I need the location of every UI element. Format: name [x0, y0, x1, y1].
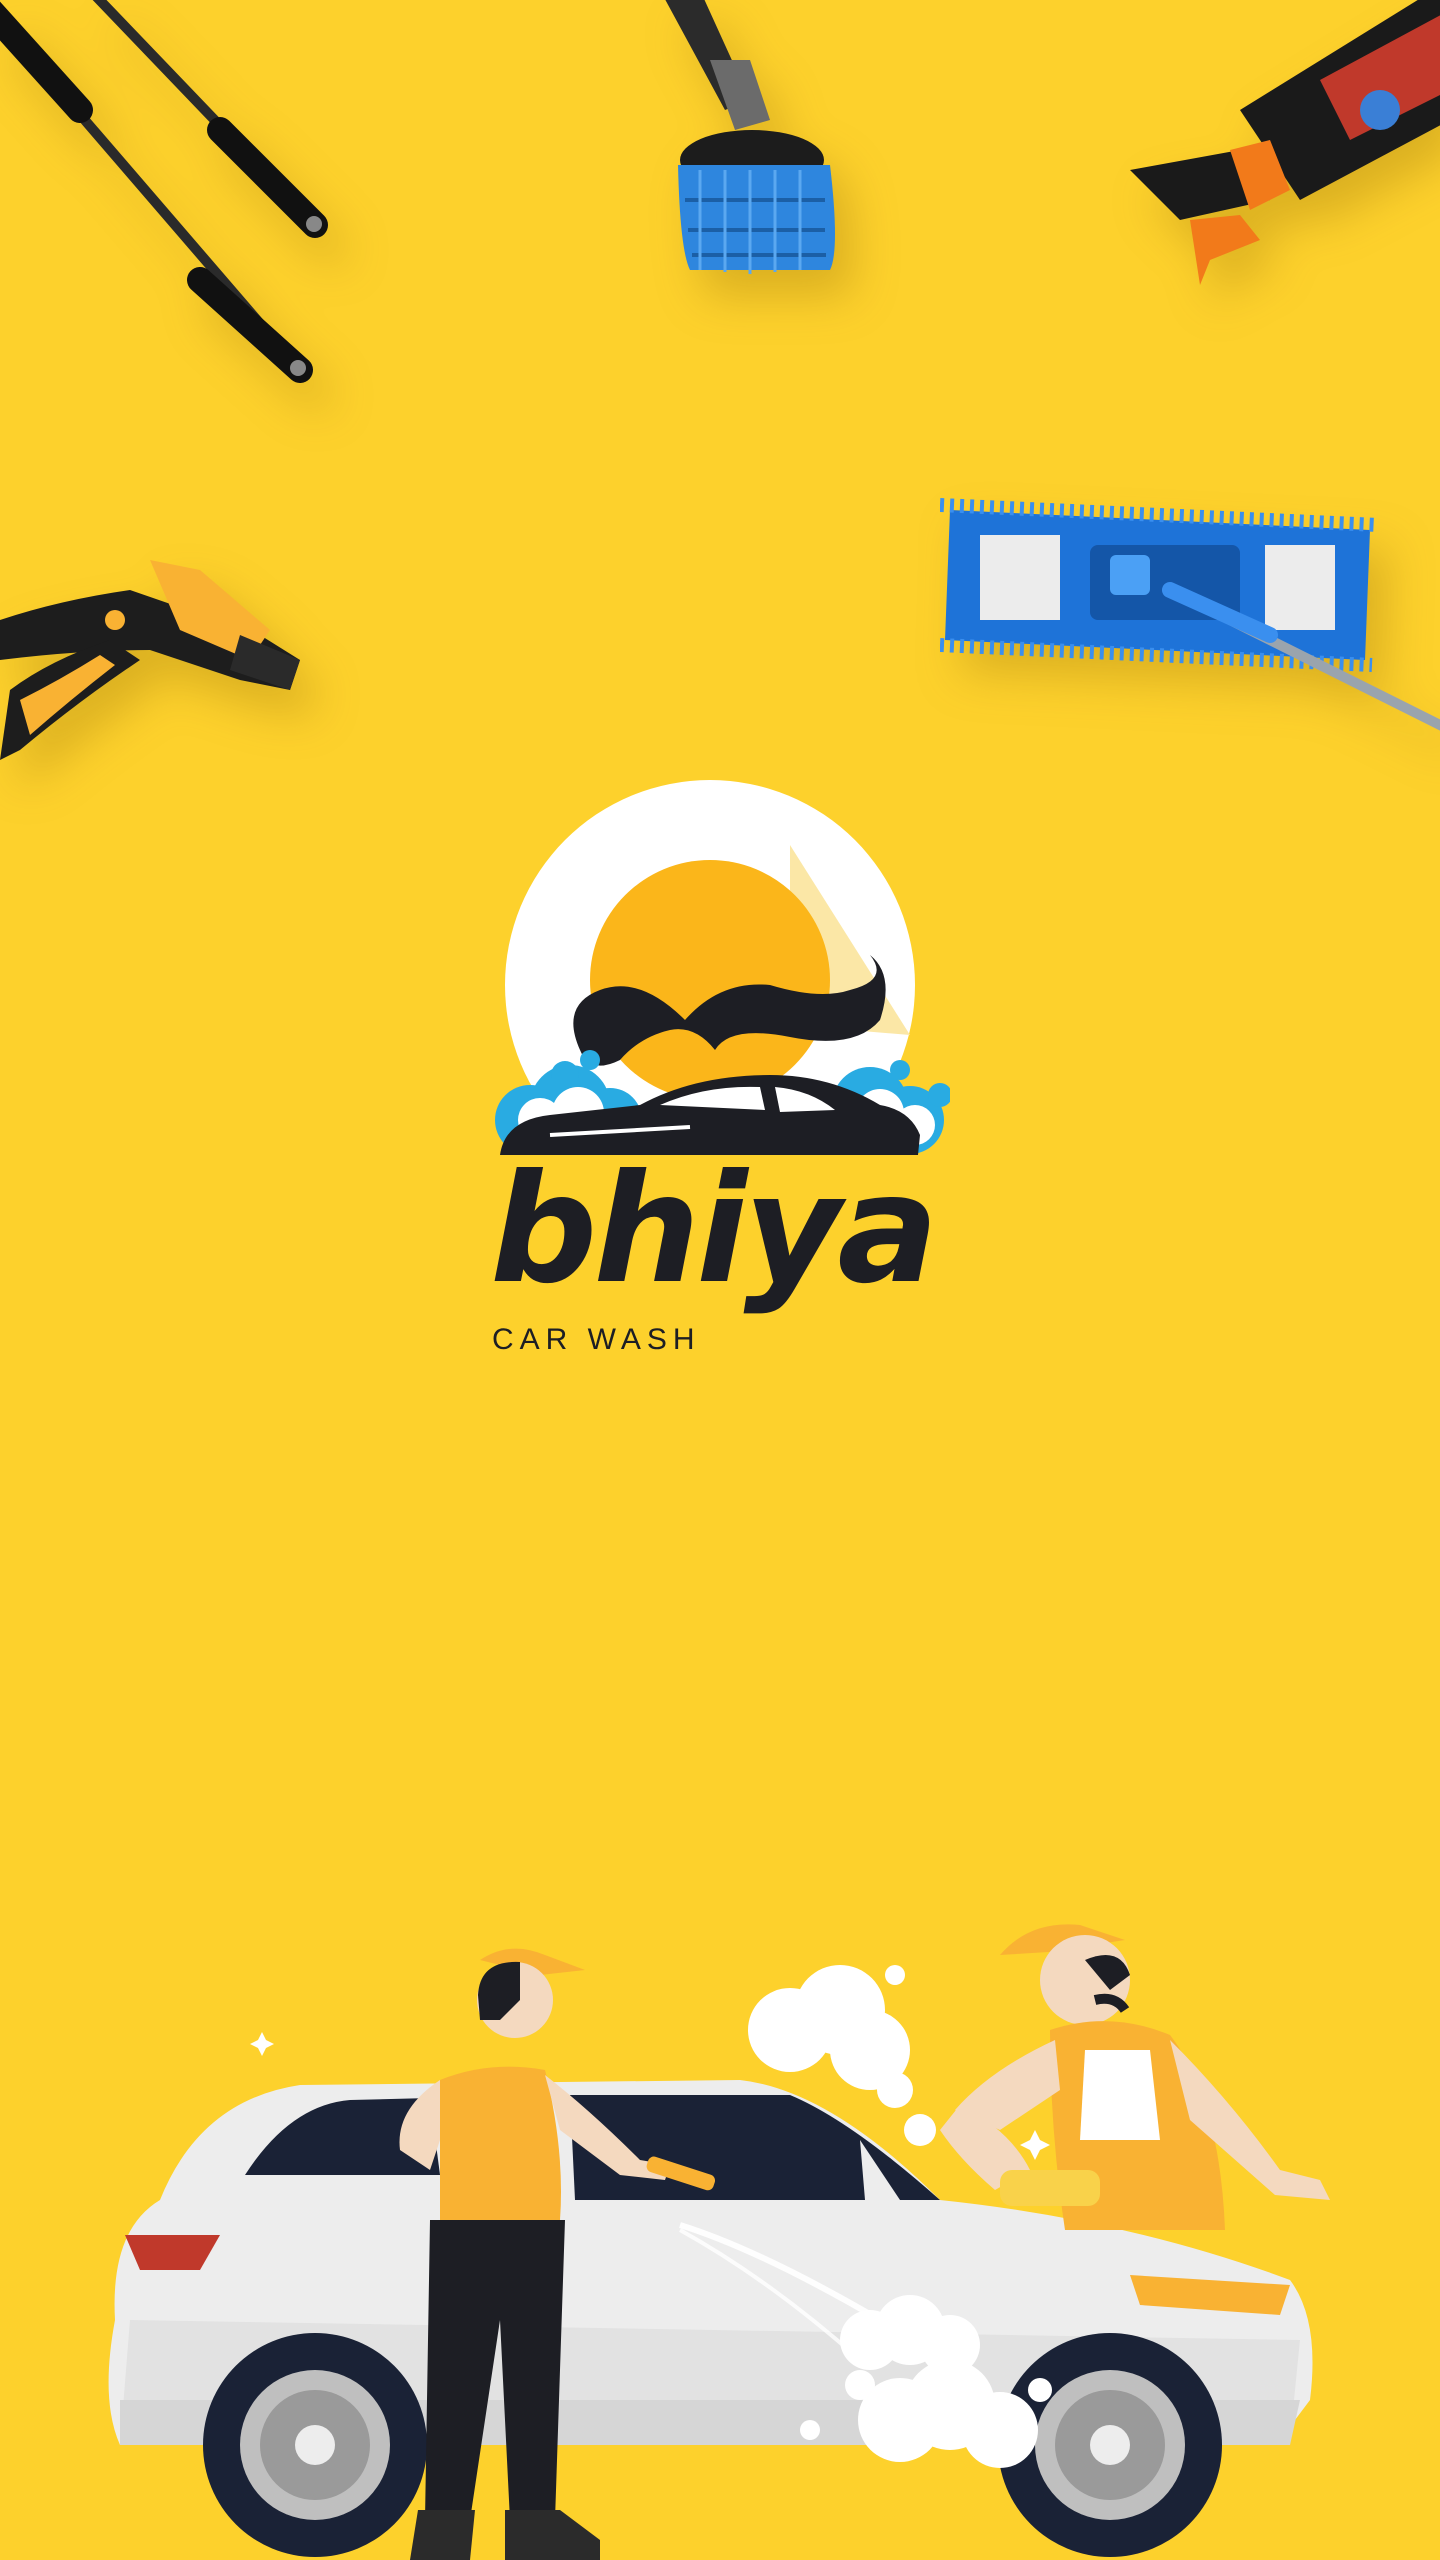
wheel-rear: [203, 2333, 427, 2557]
wheel-brush-icon: [640, 0, 860, 300]
microfiber-mop-icon: [940, 480, 1440, 740]
spray-bottle-icon: [1120, 0, 1440, 300]
hose-nozzle-icon: [0, 540, 310, 770]
logo-mark: [495, 780, 950, 1155]
car-wash-workers-illustration: [0, 1900, 1440, 2560]
brand-tagline: CAR WASH: [492, 1323, 701, 1356]
brand-name: bhiya: [490, 1143, 939, 1317]
brand-logo: bhiya CAR WASH: [490, 775, 950, 1365]
sparkle-icon: [1020, 2130, 1050, 2160]
sparkle-icon: [250, 2032, 274, 2056]
worker-right: [940, 1924, 1330, 2230]
pressure-wand-icon: [0, 0, 340, 400]
